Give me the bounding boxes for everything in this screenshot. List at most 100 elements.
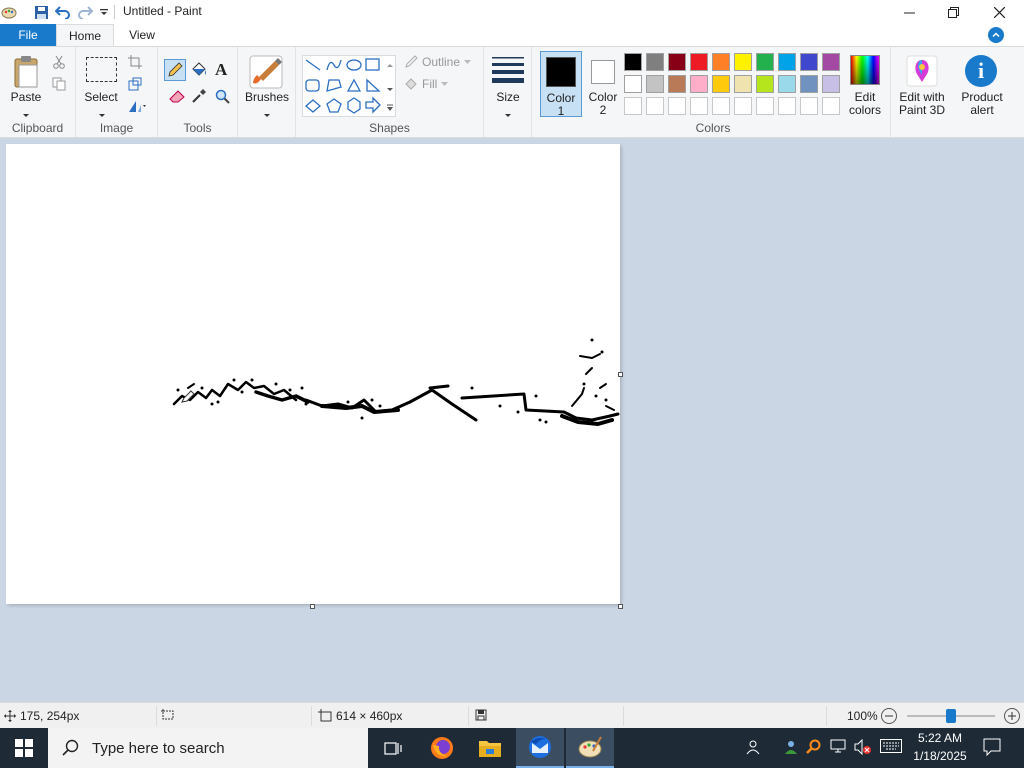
palette-color-swatch[interactable] bbox=[756, 75, 774, 93]
custom-color-slot[interactable] bbox=[646, 97, 664, 115]
clock-time[interactable]: 5:22 AM bbox=[910, 731, 970, 745]
palette-color-swatch[interactable] bbox=[800, 75, 818, 93]
custom-color-slot[interactable] bbox=[800, 97, 818, 115]
custom-color-slot[interactable] bbox=[822, 97, 840, 115]
palette-color-swatch[interactable] bbox=[756, 53, 774, 71]
eraser-icon[interactable] bbox=[168, 89, 186, 106]
palette-color-swatch[interactable] bbox=[646, 53, 664, 71]
custom-color-slot[interactable] bbox=[778, 97, 796, 115]
palette-color-swatch[interactable] bbox=[778, 75, 796, 93]
right-arrow-shape[interactable] bbox=[365, 96, 381, 114]
palette-color-swatch[interactable] bbox=[822, 53, 840, 71]
custom-color-slot[interactable] bbox=[690, 97, 708, 115]
customize-quick-access-icon[interactable] bbox=[95, 3, 113, 21]
palette-color-swatch[interactable] bbox=[624, 53, 642, 71]
paint-taskbar-button[interactable] bbox=[566, 728, 614, 768]
paste-icon[interactable] bbox=[12, 55, 42, 91]
custom-color-slot[interactable] bbox=[712, 97, 730, 115]
oval-shape[interactable] bbox=[346, 59, 362, 71]
help-icon[interactable] bbox=[988, 27, 1004, 43]
curve-shape[interactable] bbox=[326, 59, 342, 71]
tab-file[interactable]: File bbox=[0, 24, 56, 46]
palette-color-swatch[interactable] bbox=[800, 53, 818, 71]
firefox-taskbar-button[interactable] bbox=[418, 728, 466, 768]
edit-colors-button[interactable]: Edit colors bbox=[845, 53, 885, 119]
cut-icon[interactable] bbox=[52, 55, 66, 72]
resize-handle-corner[interactable] bbox=[618, 604, 623, 609]
palette-color-swatch[interactable] bbox=[646, 75, 664, 93]
zoom-out-button[interactable] bbox=[881, 708, 897, 724]
color2-button[interactable]: Color 2 bbox=[584, 51, 622, 117]
polygon-shape[interactable] bbox=[326, 79, 342, 92]
brushes-dropdown-icon[interactable] bbox=[263, 107, 271, 121]
canvas-workspace[interactable] bbox=[0, 138, 1024, 702]
palette-color-swatch[interactable] bbox=[690, 53, 708, 71]
size-button[interactable]: Size bbox=[484, 91, 532, 104]
zoom-slider-thumb[interactable] bbox=[946, 709, 956, 723]
custom-color-slot[interactable] bbox=[734, 97, 752, 115]
custom-color-slot[interactable] bbox=[668, 97, 686, 115]
brushes-button[interactable]: Brushes bbox=[242, 91, 292, 104]
custom-color-slot[interactable] bbox=[624, 97, 642, 115]
close-button[interactable] bbox=[976, 0, 1022, 24]
rounded-rectangle-shape[interactable] bbox=[305, 79, 320, 92]
palette-color-swatch[interactable] bbox=[734, 75, 752, 93]
shapes-scroll-up-icon[interactable] bbox=[386, 57, 394, 71]
color-picker-icon[interactable] bbox=[191, 88, 207, 107]
rotate-icon[interactable] bbox=[128, 99, 148, 116]
triangle-shape[interactable] bbox=[346, 78, 362, 92]
select-button[interactable]: Select bbox=[80, 91, 122, 104]
color1-button[interactable]: Color 1 bbox=[540, 51, 582, 118]
size-icon[interactable] bbox=[492, 56, 524, 87]
shapes-more-icon[interactable] bbox=[386, 101, 394, 115]
right-triangle-shape[interactable] bbox=[366, 78, 381, 92]
palette-color-swatch[interactable] bbox=[712, 53, 730, 71]
notifications-icon[interactable] bbox=[983, 738, 1001, 759]
paste-button[interactable]: Paste bbox=[6, 91, 46, 104]
thunderbird-taskbar-button[interactable] bbox=[516, 728, 564, 768]
palette-color-swatch[interactable] bbox=[822, 75, 840, 93]
minimize-button[interactable] bbox=[886, 0, 932, 24]
shapes-scroll-down-icon[interactable] bbox=[386, 81, 394, 95]
copy-icon[interactable] bbox=[52, 77, 66, 94]
paste-dropdown-icon[interactable] bbox=[22, 107, 30, 121]
outline-button[interactable]: Outline bbox=[404, 55, 472, 69]
magnifier-icon[interactable] bbox=[215, 89, 231, 108]
undo-icon[interactable] bbox=[54, 3, 72, 21]
size-dropdown-icon[interactable] bbox=[504, 107, 512, 121]
select-dropdown-icon[interactable] bbox=[98, 107, 106, 121]
resize-handle-right[interactable] bbox=[618, 372, 623, 377]
fill-button[interactable]: Fill bbox=[404, 77, 449, 91]
select-icon[interactable] bbox=[86, 57, 117, 82]
clock-date[interactable]: 1/18/2025 bbox=[910, 749, 970, 763]
brushes-icon[interactable] bbox=[249, 55, 283, 92]
palette-color-swatch[interactable] bbox=[668, 53, 686, 71]
palette-color-swatch[interactable] bbox=[668, 75, 686, 93]
pentagon-shape[interactable] bbox=[326, 98, 342, 113]
network-user-tray-icon[interactable] bbox=[782, 739, 800, 758]
text-tool-icon[interactable]: A bbox=[215, 60, 227, 80]
task-view-button[interactable] bbox=[370, 728, 418, 768]
crop-icon[interactable] bbox=[128, 55, 142, 72]
palette-color-swatch[interactable] bbox=[690, 75, 708, 93]
fill-bucket-icon[interactable] bbox=[190, 61, 208, 82]
palette-color-swatch[interactable] bbox=[624, 75, 642, 93]
resize-icon[interactable] bbox=[128, 77, 142, 94]
rectangle-shape[interactable] bbox=[365, 58, 380, 71]
palette-color-swatch[interactable] bbox=[778, 53, 796, 71]
file-explorer-taskbar-button[interactable] bbox=[466, 728, 514, 768]
edit-with-paint3d-button[interactable]: Edit with Paint 3D bbox=[894, 53, 950, 119]
hexagon-shape[interactable] bbox=[347, 97, 361, 114]
line-shape[interactable] bbox=[305, 59, 321, 71]
diamond-shape[interactable] bbox=[305, 99, 321, 113]
restore-button[interactable] bbox=[930, 0, 976, 24]
tab-view[interactable]: View bbox=[118, 24, 166, 46]
taskbar-search-box[interactable]: Type here to search bbox=[48, 728, 368, 768]
zoom-in-button[interactable] bbox=[1004, 708, 1020, 724]
product-alert-button[interactable]: i Product alert bbox=[956, 53, 1008, 119]
redo-icon[interactable] bbox=[76, 3, 94, 21]
drawing-canvas[interactable] bbox=[6, 144, 620, 604]
palette-color-swatch[interactable] bbox=[734, 53, 752, 71]
resize-handle-bottom[interactable] bbox=[310, 604, 315, 609]
tab-home[interactable]: Home bbox=[56, 24, 114, 46]
